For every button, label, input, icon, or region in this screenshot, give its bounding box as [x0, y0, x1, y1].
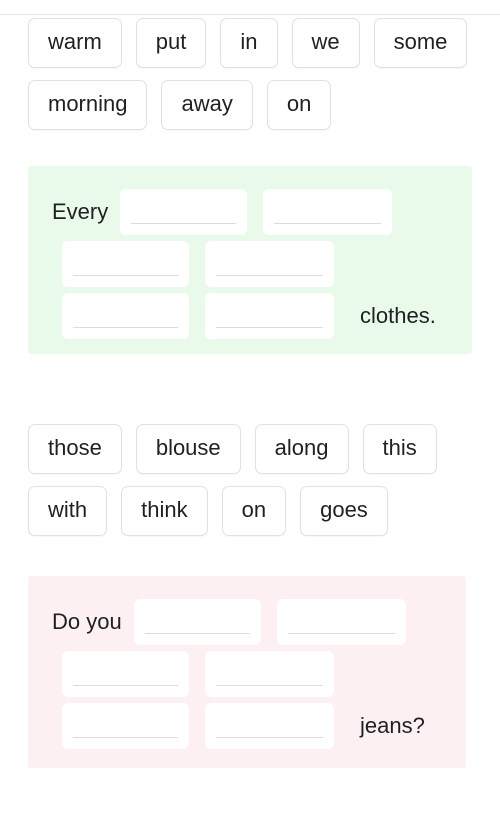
sentence-lead-text: Do you: [52, 609, 122, 634]
word-chip[interactable]: on: [266, 80, 332, 130]
word-bank-2: those blouse along this with think on go…: [28, 424, 472, 536]
word-chip[interactable]: in: [220, 18, 278, 68]
word-chip[interactable]: we: [291, 18, 360, 68]
word-chip[interactable]: some: [373, 18, 468, 68]
word-chip[interactable]: on: [221, 486, 287, 536]
word-chip[interactable]: warm: [28, 18, 122, 68]
sentence-row: Every: [28, 186, 472, 238]
word-bank-1: warm put in we some morning away on: [28, 18, 472, 130]
answer-slot[interactable]: [276, 599, 406, 645]
answer-panel-2: Do you jeans?: [28, 576, 466, 768]
word-chip[interactable]: along: [254, 424, 349, 474]
word-chip[interactable]: with: [28, 486, 108, 536]
sentence-lead-text: Every: [52, 199, 109, 224]
answer-slot[interactable]: [205, 293, 334, 339]
word-chip[interactable]: this: [362, 424, 437, 474]
answer-slot[interactable]: [62, 651, 189, 697]
answer-slot[interactable]: [263, 189, 393, 235]
answer-slot[interactable]: [205, 241, 334, 287]
sentence-tail-text: jeans?: [360, 713, 425, 738]
word-chip[interactable]: blouse: [135, 424, 241, 474]
answer-slot[interactable]: [205, 703, 334, 749]
sentence-row: clothes.: [28, 290, 472, 342]
answer-slot[interactable]: [62, 241, 189, 287]
answer-slot[interactable]: [120, 189, 248, 235]
word-chip[interactable]: those: [28, 424, 122, 474]
top-divider: [0, 14, 500, 15]
sentence-row: [28, 238, 472, 290]
answer-slot[interactable]: [62, 703, 189, 749]
sentence-row: [28, 648, 466, 700]
answer-slot[interactable]: [62, 293, 189, 339]
sentence-row: Do you: [28, 596, 466, 648]
word-chip[interactable]: away: [161, 80, 253, 130]
answer-slot[interactable]: [205, 651, 334, 697]
answer-slot[interactable]: [133, 599, 261, 645]
answer-panel-1: Every clothes.: [28, 166, 472, 354]
word-chip[interactable]: goes: [300, 486, 388, 536]
word-chip[interactable]: think: [121, 486, 208, 536]
word-chip[interactable]: morning: [28, 80, 148, 130]
sentence-row: jeans?: [28, 700, 466, 752]
word-chip[interactable]: put: [135, 18, 207, 68]
sentence-tail-text: clothes.: [360, 303, 436, 328]
